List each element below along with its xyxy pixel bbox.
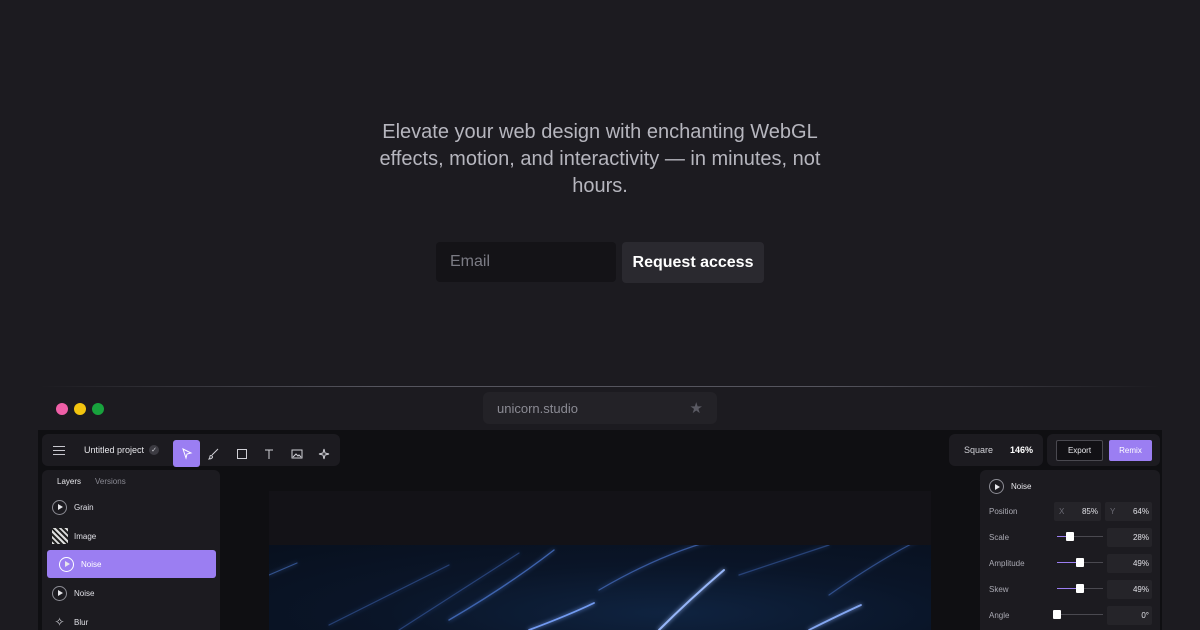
property-slider[interactable] [1057,531,1103,543]
sparkle-icon [318,448,329,459]
property-slider[interactable] [1053,609,1103,621]
property-slider[interactable] [1057,557,1103,569]
check-icon: ✓ [149,445,160,455]
layers-tabs: Layers Versions [57,477,126,486]
play-icon[interactable] [52,585,67,601]
play-icon[interactable] [52,499,67,515]
sparkle-icon: ✧ [54,615,65,629]
layer-item-blur[interactable]: ✧ Blur [47,608,216,630]
slider-track [1057,614,1103,615]
request-access-button[interactable]: Request access [622,242,764,283]
light-streaks-graphic [269,545,911,630]
address-bar[interactable]: unicorn.studio ★ [483,392,717,424]
hero-line-3: hours. [572,175,628,197]
property-label: Scale [989,532,1010,542]
tab-layers[interactable]: Layers [57,477,81,486]
slider-thumb[interactable] [1053,610,1061,619]
property-value-field[interactable]: 49% [1107,553,1152,573]
canvas-size-panel: Square 146% [949,434,1043,466]
zoom-level[interactable]: 146% [1010,445,1033,455]
text-tool[interactable] [255,440,282,467]
hero-line-2: effects, motion, and interactivity — in … [379,148,821,170]
minimize-dot[interactable] [74,403,86,415]
slider-thumb[interactable] [1075,558,1084,567]
window-controls [56,403,104,415]
hero-tagline: Elevate your web design with enchanting … [0,119,1200,200]
layer-item-grain[interactable]: Grain [47,493,216,521]
maximize-dot[interactable] [92,403,104,415]
url-text: unicorn.studio [497,400,578,416]
properties-panel: Noise Position X 85% Y 64% Scale 28% Ampli… [980,470,1160,630]
property-label: Angle [989,610,1010,620]
close-dot[interactable] [56,403,68,415]
property-row-amplitude: Amplitude 49% [989,553,1152,573]
property-row-skew: Skew 49% [989,579,1152,599]
brush-icon [207,448,218,460]
position-label: Position [989,506,1018,516]
image-thumb-icon [52,528,68,544]
slider-thumb[interactable] [1075,584,1084,593]
layer-item-noise-selected[interactable]: Noise [47,550,216,578]
property-value-field[interactable]: 49% [1107,579,1152,599]
position-x-field[interactable]: X 85% [1054,501,1101,521]
star-icon[interactable]: ★ [690,399,703,417]
tab-versions[interactable]: Versions [95,477,126,486]
divider [40,386,1160,387]
layer-label: Image [74,531,97,541]
text-icon [264,449,273,459]
export-panel: Export Remix [1047,434,1160,466]
property-row-scale: Scale 28% [989,527,1152,547]
menu-icon[interactable] [42,434,76,466]
layer-label: Noise [81,559,102,569]
editor-topbar-left: Untitled project ✓ [42,434,340,467]
hero-line-1: Elevate your web design with enchanting … [382,121,818,143]
image-icon [291,449,302,458]
position-y-field[interactable]: Y 64% [1105,501,1152,521]
rectangle-icon [236,448,247,459]
position-row: Position X 85% Y 64% [989,501,1152,521]
editor-app: Untitled project ✓ Square 146% Export Re… [38,430,1162,630]
cursor-icon [181,447,192,460]
project-title[interactable]: Untitled project [84,445,144,455]
property-value-field[interactable]: 0 ° [1107,605,1152,625]
layer-label: Blur [74,617,89,627]
property-label: Skew [989,584,1009,594]
slider-thumb[interactable] [1065,532,1074,541]
property-slider[interactable] [1057,583,1103,595]
layer-item-image[interactable]: Image [47,522,216,550]
canvas-area[interactable] [269,491,931,630]
play-icon[interactable] [989,479,1004,494]
layer-label: Noise [74,588,95,598]
play-icon[interactable] [59,556,74,572]
property-row-angle: Angle 0 ° [989,605,1152,625]
effects-tool[interactable] [310,440,337,467]
email-input[interactable] [436,242,616,282]
layer-label: Grain [74,502,94,512]
rectangle-tool[interactable] [228,440,255,467]
properties-title: Noise [1011,482,1032,491]
property-label: Amplitude [989,558,1025,568]
brush-tool[interactable] [200,440,227,467]
image-tool[interactable] [283,440,310,467]
property-value-field[interactable]: 28% [1107,527,1152,547]
cursor-tool[interactable] [173,440,200,467]
remix-button[interactable]: Remix [1109,440,1152,461]
layers-panel: Layers Versions Grain Image Noise Noise … [42,470,220,630]
properties-header: Noise [989,479,1031,494]
layer-item-noise[interactable]: Noise [47,579,216,607]
export-button[interactable]: Export [1056,440,1103,461]
canvas-preview[interactable] [269,545,931,630]
aspect-label[interactable]: Square [964,445,993,455]
